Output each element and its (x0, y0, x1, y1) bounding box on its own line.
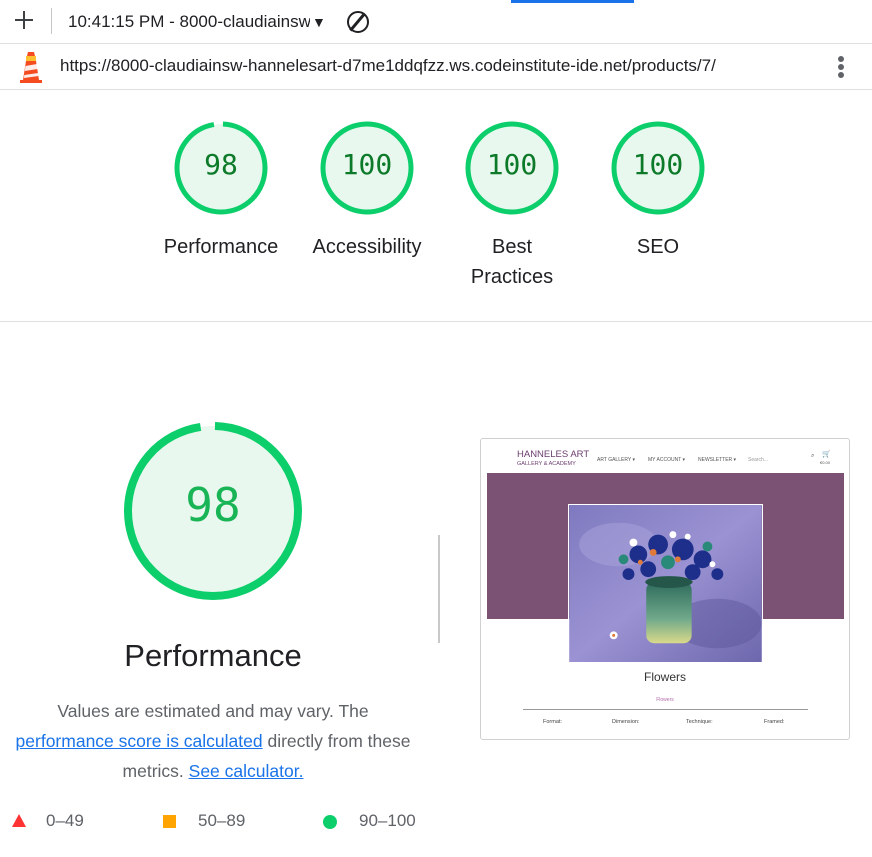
desc-text: Values are estimated and may vary. The (57, 701, 369, 721)
more-options-icon[interactable] (836, 54, 846, 80)
thumb-nav-item: NEWSLETTER ▾ (698, 457, 737, 463)
devtools-toolbar: 10:41:15 PM - 8000-claudiainsw ▼ (0, 0, 872, 44)
gauge-accessibility[interactable]: 100 Accessibility (307, 120, 427, 262)
thumb-brand-sub: GALLERY & ACADEMY (517, 461, 576, 467)
thumb-product-title: Flowers (643, 670, 686, 684)
see-calculator-link[interactable]: See calculator. (189, 761, 304, 781)
thumb-spec: Dimension: (612, 719, 640, 725)
thumb-spec: Format: (543, 719, 562, 725)
gauge-label: SEO (636, 236, 680, 258)
gauge-score: 100 (632, 148, 684, 181)
gauge-score: 100 (341, 148, 393, 181)
legend-average-label: 50–89 (198, 811, 246, 830)
thumb-divider (523, 709, 808, 710)
category-gauges: 98 Performance 100 Accessibility 100 Bes… (0, 90, 872, 322)
report-url: https://8000-claudiainsw-hannelesart-d7m… (60, 56, 716, 75)
gauge-label: Accessibility (312, 236, 422, 258)
legend-fail-label: 0–49 (46, 811, 84, 830)
gauge-label-line1: Best (491, 236, 533, 258)
triangle-icon (12, 814, 26, 827)
vertical-divider (438, 535, 440, 643)
thumb-spec: Technique: (686, 719, 713, 725)
thumb-spec: Framed: (764, 719, 785, 725)
thumb-bag-total: €0.00 (820, 460, 831, 465)
thumb-product-subtitle: Flowers (656, 697, 674, 703)
thumb-search-icon: ⌕ (811, 453, 815, 459)
desc-text: metrics. (122, 761, 184, 781)
legend-pass-label: 90–100 (359, 811, 416, 830)
flowers-painting-image (568, 504, 763, 663)
gauge-label: Best Practices (452, 232, 572, 292)
toolbar-separator (51, 8, 52, 34)
clear-block-icon[interactable] (347, 11, 369, 33)
thumb-nav-item: MY ACCOUNT ▾ (648, 457, 686, 463)
active-tab-indicator (511, 0, 634, 3)
performance-description: Values are estimated and may vary. The p… (0, 696, 426, 786)
gauge-score: 100 (486, 148, 538, 181)
score-calculated-link[interactable]: performance score is calculated (16, 731, 263, 751)
thumb-brand: HANNELES ART (517, 449, 590, 460)
performance-title: Performance (124, 638, 302, 673)
gauge-performance[interactable]: 98 Performance (161, 120, 281, 262)
desc-text: directly from these (267, 731, 411, 751)
lighthouse-icon (20, 52, 42, 83)
square-icon (163, 815, 176, 828)
performance-score: 98 (185, 478, 241, 532)
thumb-cart-icon: 🛒 (822, 451, 831, 458)
new-report-plus-icon[interactable] (13, 9, 35, 31)
gauge-best-practices[interactable]: 100 Best Practices (452, 120, 572, 292)
gauge-label: Performance (163, 236, 279, 258)
thumb-nav-item: ART GALLERY ▾ (597, 457, 635, 463)
final-screenshot-thumbnail[interactable]: HANNELES ART GALLERY & ACADEMY ART GALLE… (480, 438, 850, 740)
report-session-select[interactable]: 10:41:15 PM - 8000-claudiainsw (68, 12, 310, 34)
gauge-label-line2: Practices (470, 266, 554, 288)
thumb-search: Search... (748, 457, 769, 463)
gauge-seo[interactable]: 100 SEO (598, 120, 718, 262)
circle-icon (323, 815, 337, 829)
gauge-score: 98 (204, 148, 238, 181)
report-url-bar: https://8000-claudiainsw-hannelesart-d7m… (0, 44, 872, 90)
chevron-down-icon[interactable]: ▼ (312, 14, 326, 30)
